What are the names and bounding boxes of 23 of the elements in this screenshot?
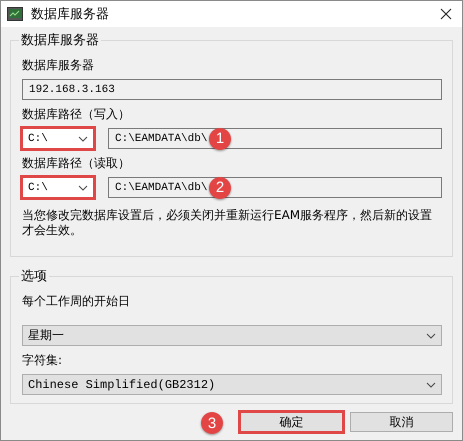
callout-badge: 3 [201, 412, 223, 434]
chevron-down-icon [78, 136, 88, 142]
path-label: 数据库路径（写入） [22, 106, 131, 123]
charset-label: 字符集: [22, 352, 64, 369]
chevron-down-icon [426, 382, 436, 388]
charset-dropdown[interactable]: Chinese Simplified(GB2312) [22, 374, 442, 395]
close-icon [440, 8, 452, 20]
chevron-down-icon [78, 184, 88, 190]
drive-dropdown[interactable]: C:\ [22, 177, 94, 198]
chevron-down-icon [426, 332, 436, 338]
window-title: 数据库服务器 [31, 6, 110, 23]
drive-dropdown[interactable]: C:\ [22, 128, 94, 149]
monitor-icon [7, 7, 23, 21]
group-title: 数据库服务器 [20, 32, 100, 49]
week-start-label: 每个工作周的开始日 [22, 293, 131, 310]
note-text: 当您修改完数据库设置后，必须关闭并重新运行EAM服务程序，然后新的设置才会生效。 [22, 208, 434, 238]
server-label: 数据库服务器 [22, 57, 95, 74]
week-start-dropdown[interactable]: 星期一 [22, 325, 442, 346]
path-label: 数据库路径（读取） [22, 155, 131, 172]
group-title: 选项 [20, 268, 48, 285]
dialog-button[interactable]: 确定 [240, 412, 343, 432]
dialog-button[interactable]: 取消 [350, 412, 453, 432]
server-field[interactable]: 192.168.3.163 [22, 79, 442, 100]
